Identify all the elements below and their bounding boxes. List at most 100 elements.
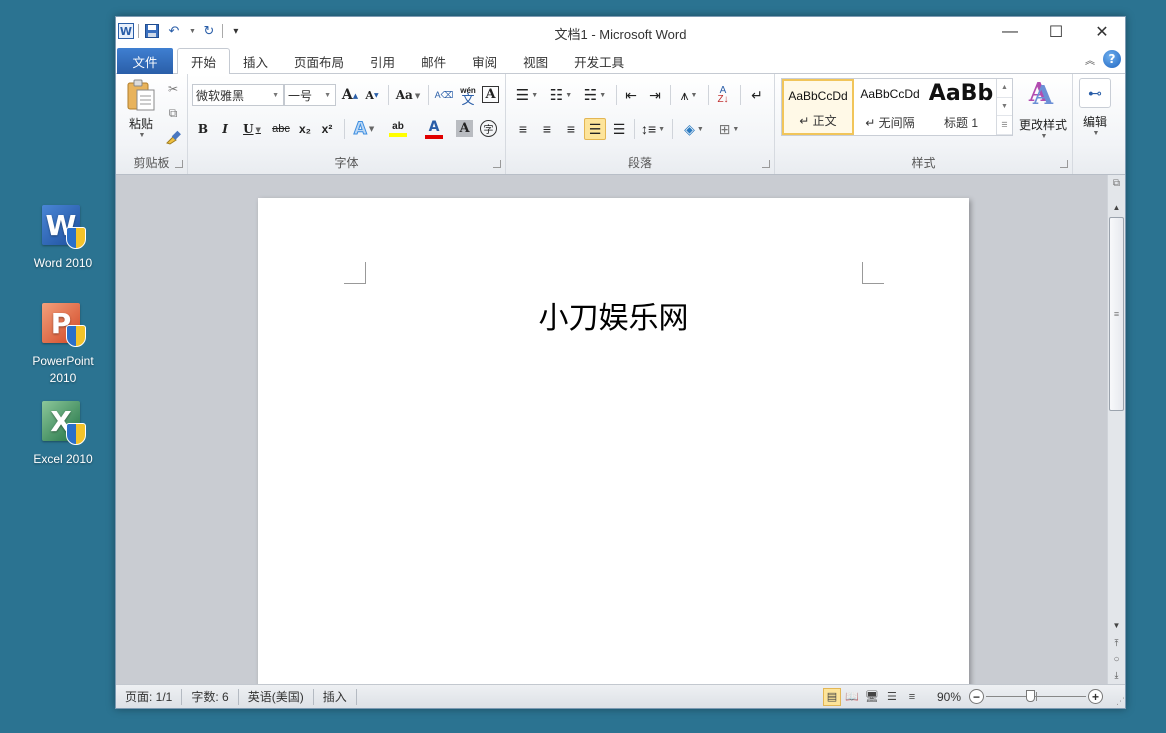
styles-dialog-launcher[interactable] xyxy=(1060,160,1068,168)
zoom-slider-knob[interactable] xyxy=(1025,690,1035,702)
draft-view-button[interactable]: ≡ xyxy=(903,688,921,706)
zoom-in-button[interactable]: + xyxy=(1088,689,1103,704)
style-heading-1[interactable]: AaBb 标题 1 xyxy=(926,79,996,135)
editing-button[interactable]: 编辑 ▼ xyxy=(1079,110,1111,140)
format-painter-button[interactable] xyxy=(164,128,182,146)
chevron-down-icon: ▼ xyxy=(272,91,279,99)
zoom-out-button[interactable]: − xyxy=(969,689,984,704)
grow-font-button[interactable]: A ▲ xyxy=(340,84,360,106)
document-text[interactable]: 小刀娱乐网 xyxy=(258,293,969,337)
divider xyxy=(428,85,429,105)
shrink-font-button[interactable]: A ▼ xyxy=(362,84,382,106)
shading-button[interactable]: ◈ ▼ xyxy=(678,118,710,140)
tab-page-layout[interactable]: 页面布局 xyxy=(281,48,357,74)
tab-developer[interactable]: 开发工具 xyxy=(561,48,637,74)
underline-button[interactable]: U ▼ xyxy=(238,118,266,140)
text-effects-button[interactable]: A ▼ xyxy=(350,118,378,140)
phonetic-guide-button[interactable]: wén 文 xyxy=(458,84,478,106)
line-spacing-button[interactable]: ↕≡ ▼ xyxy=(638,118,668,140)
copy-button[interactable]: ⧉ xyxy=(164,104,182,122)
tab-references[interactable]: 引用 xyxy=(357,48,408,74)
chinese-layout-button[interactable]: ⩚ ▼ xyxy=(674,84,704,106)
change-case-button[interactable]: Aa ▼ xyxy=(394,84,422,106)
character-border-button[interactable]: A xyxy=(482,86,499,103)
align-right-button[interactable]: ≡ xyxy=(560,118,582,140)
align-center-button[interactable]: ≡ xyxy=(536,118,558,140)
status-language[interactable]: 英语(美国) xyxy=(239,688,314,705)
paste-dropdown-arrow[interactable]: ▼ xyxy=(139,132,146,139)
view-ruler-button[interactable]: ⧉ xyxy=(1108,175,1125,191)
tab-home[interactable]: 开始 xyxy=(177,48,231,75)
font-dialog-launcher[interactable] xyxy=(493,160,501,168)
tab-review[interactable]: 审阅 xyxy=(459,48,510,74)
paste-button[interactable]: 粘贴 ▼ xyxy=(124,78,158,140)
desktop-icon-excel-2010[interactable]: X Excel 2010 xyxy=(18,399,108,468)
status-word-count[interactable]: 字数: 6 xyxy=(182,688,239,705)
next-page-button[interactable]: ⤓ xyxy=(1108,667,1125,683)
find-button[interactable]: ⊷ xyxy=(1079,78,1111,108)
show-hide-marks-button[interactable]: ↵ xyxy=(746,84,768,106)
increase-indent-button[interactable]: ⇥ xyxy=(644,84,666,106)
italic-button[interactable]: I xyxy=(216,118,234,140)
desktop-icon-word-2010[interactable]: W Word 2010 xyxy=(18,203,108,272)
gallery-scroll-up[interactable]: ▲ xyxy=(997,79,1012,98)
print-layout-view-button[interactable]: ▤ xyxy=(822,687,841,706)
help-button[interactable]: ? xyxy=(1103,50,1121,68)
multilevel-list-button[interactable]: ☵ ▼ xyxy=(580,84,610,106)
tab-insert[interactable]: 插入 xyxy=(230,48,281,74)
full-screen-reading-button[interactable]: 📖 xyxy=(843,688,861,706)
outline-view-button[interactable]: ☰ xyxy=(883,688,901,706)
close-button[interactable]: ✕ xyxy=(1079,17,1125,46)
paragraph-dialog-launcher[interactable] xyxy=(762,160,770,168)
desktop-icon-powerpoint-2010[interactable]: P PowerPoint 2010 xyxy=(18,301,108,387)
decrease-indent-button[interactable]: ⇤ xyxy=(620,84,642,106)
justify-button[interactable]: ☰ xyxy=(584,118,606,140)
font-size-combo[interactable]: 一号 ▼ xyxy=(284,84,336,106)
resize-grip[interactable]: ⋰ xyxy=(1103,687,1125,707)
numbering-button[interactable]: ☷ ▼ xyxy=(546,84,576,106)
align-left-button[interactable]: ≡ xyxy=(512,118,534,140)
select-browse-object-button[interactable]: ○ xyxy=(1108,651,1125,667)
strikethrough-button[interactable]: abc xyxy=(270,118,292,140)
gallery-scroll-down[interactable]: ▼ xyxy=(997,98,1012,117)
status-page[interactable]: 页面: 1/1 xyxy=(116,688,183,705)
gallery-more-button[interactable]: ☰ xyxy=(997,116,1012,136)
cut-button[interactable]: ✂ xyxy=(164,80,182,98)
subscript-button[interactable]: x₂ xyxy=(296,118,314,140)
scrollbar-thumb[interactable]: ≡ xyxy=(1109,217,1124,411)
font-color-button[interactable]: A xyxy=(418,118,450,140)
tab-view[interactable]: 视图 xyxy=(510,48,561,74)
highlight-button[interactable]: ab xyxy=(382,118,414,140)
change-styles-button[interactable]: A 更改样式 ▼ xyxy=(1017,78,1069,144)
zoom-slider[interactable] xyxy=(986,689,1086,704)
chevron-down-icon: ▼ xyxy=(324,91,331,99)
change-styles-label: 更改样式 xyxy=(1018,118,1067,132)
distributed-button[interactable]: ☰ xyxy=(608,118,630,140)
clipboard-dialog-launcher[interactable] xyxy=(175,160,183,168)
sort-button[interactable]: A Z↓ xyxy=(712,84,734,106)
bold-button[interactable]: B xyxy=(194,118,212,140)
borders-button[interactable]: ⊞ ▼ xyxy=(714,118,744,140)
collapse-ribbon-button[interactable]: ︽ xyxy=(1085,52,1095,67)
vertical-scrollbar[interactable]: ⧉ ▲ ≡ ▼ ⤒ ○ ⤓ xyxy=(1107,175,1125,686)
style-no-spacing[interactable]: AaBbCcDd ↵ 无间隔 xyxy=(854,79,926,135)
document-page[interactable]: 小刀娱乐网 xyxy=(258,198,969,686)
previous-page-button[interactable]: ⤒ xyxy=(1108,635,1125,651)
minimize-button[interactable]: — xyxy=(987,17,1033,46)
scroll-up-button[interactable]: ▲ xyxy=(1108,199,1125,215)
web-layout-button[interactable]: 🖥 xyxy=(863,688,881,706)
divider xyxy=(388,85,389,105)
character-shading-button[interactable]: A xyxy=(456,120,473,137)
clear-formatting-button[interactable]: A⌫ xyxy=(434,84,454,106)
style-normal[interactable]: AaBbCcDd ↵ 正文 xyxy=(782,79,854,135)
scroll-down-button[interactable]: ▼ xyxy=(1108,617,1125,633)
superscript-button[interactable]: x² xyxy=(318,118,336,140)
maximize-button[interactable]: ☐ xyxy=(1033,17,1079,46)
tab-mailings[interactable]: 邮件 xyxy=(408,48,459,74)
tab-file[interactable]: 文件 xyxy=(117,48,173,74)
font-name-combo[interactable]: 微软雅黑 ▼ xyxy=(192,84,284,106)
bullets-button[interactable]: ☰ ▼ xyxy=(512,84,542,106)
enclose-characters-button[interactable]: 字 xyxy=(480,120,497,137)
zoom-level[interactable]: 90% xyxy=(937,690,961,704)
status-insert-mode[interactable]: 插入 xyxy=(314,688,357,705)
